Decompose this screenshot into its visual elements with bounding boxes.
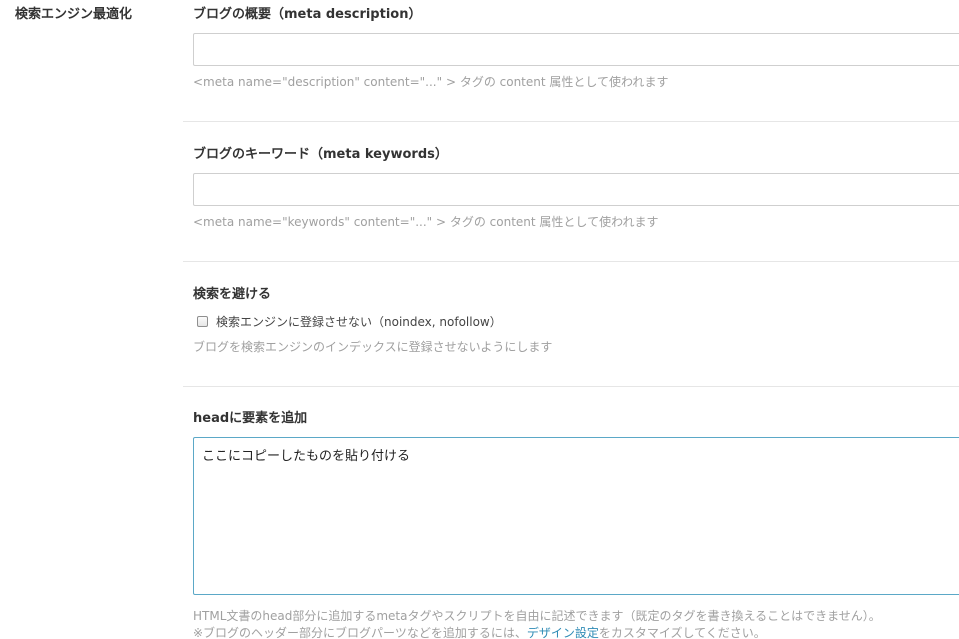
divider <box>183 386 959 387</box>
description-title: ブログの概要（meta description） <box>193 7 422 22</box>
noindex-checkbox-row[interactable]: 検索エンジンに登録させない（noindex, nofollow） <box>197 313 502 330</box>
noindex-title: 検索を避ける <box>193 287 272 302</box>
design-settings-link[interactable]: デザイン設定 <box>527 626 599 639</box>
description-help: <meta name="description" content="..." >… <box>193 75 669 89</box>
head-append-textarea[interactable]: ここにコピーしたものを貼り付ける <box>193 437 959 595</box>
noindex-checkbox[interactable] <box>197 316 208 327</box>
keywords-title: ブログのキーワード（meta keywords） <box>193 147 448 162</box>
divider <box>183 121 959 122</box>
head-append-note: ※ブログのヘッダー部分にブログパーツなどを追加するには、デザイン設定をカスタマイ… <box>193 624 766 639</box>
head-append-help: HTML文書のhead部分に追加するmetaタグやスクリプトを自由に記述できます… <box>193 609 881 623</box>
keywords-help: <meta name="keywords" content="..." > タグ… <box>193 215 659 229</box>
section-label: 検索エンジン最適化 <box>15 7 133 22</box>
noindex-checkbox-label[interactable]: 検索エンジンに登録させない（noindex, nofollow） <box>216 313 502 330</box>
head-append-title: headに要素を追加 <box>193 411 308 426</box>
head-append-note-suffix: をカスタマイズしてください。 <box>598 626 766 639</box>
settings-page: 検索エンジン最適化 ブログの概要（meta description） <meta… <box>0 0 959 639</box>
head-append-note-prefix: ※ブログのヘッダー部分にブログパーツなどを追加するには、 <box>193 626 527 639</box>
noindex-help: ブログを検索エンジンのインデックスに登録させないようにします <box>193 340 553 354</box>
keywords-input[interactable] <box>193 173 959 206</box>
description-input[interactable] <box>193 33 959 66</box>
divider <box>183 261 959 262</box>
